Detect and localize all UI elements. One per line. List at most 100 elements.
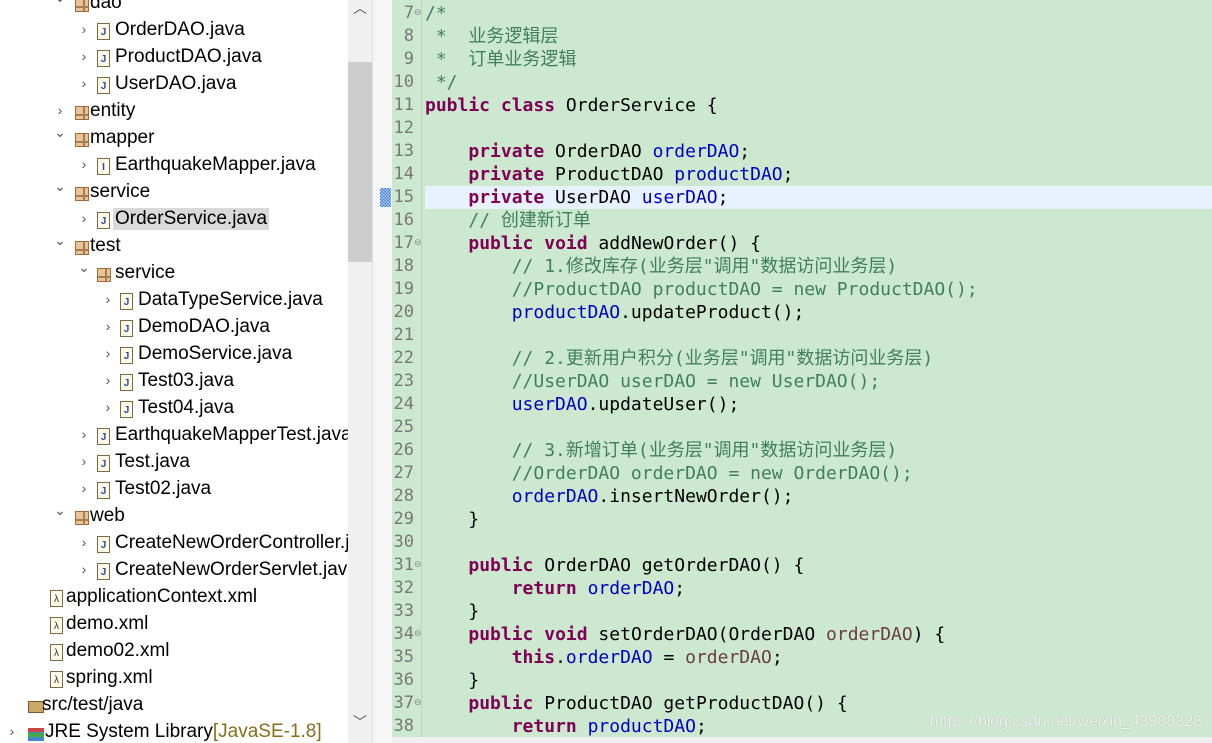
code-line[interactable]: userDAO.updateUser();	[425, 393, 1212, 416]
tree-item-label: service	[115, 262, 176, 283]
tree-item[interactable]: › JRE System Library[JavaSE-1.8]	[0, 720, 348, 743]
chevron-right-icon[interactable]: ›	[77, 75, 91, 91]
code-line[interactable]: //UserDAO userDAO = new UserDAO();	[425, 370, 1212, 393]
scrollbar-thumb[interactable]	[348, 62, 372, 262]
code-line[interactable]: orderDAO.insertNewOrder();	[425, 485, 1212, 508]
code-line[interactable]: // 1.修改库存(业务层"调用"数据访问业务层)	[425, 255, 1212, 278]
chevron-right-icon[interactable]: ›	[101, 291, 115, 307]
tree-item[interactable]: ⌄ test	[0, 232, 348, 261]
code-token: ;	[739, 140, 751, 162]
scroll-up-icon[interactable]: ︿	[348, 0, 372, 18]
tree-item[interactable]: › J Test04.java	[0, 396, 348, 423]
code-line[interactable]: private ProductDAO productDAO;	[425, 163, 1212, 186]
chevron-right-icon[interactable]: ›	[77, 561, 91, 577]
chevron-right-icon[interactable]: ›	[101, 372, 115, 388]
chevron-right-icon[interactable]: ›	[77, 534, 91, 550]
chevron-down-icon[interactable]: ⌄	[53, 0, 67, 6]
fold-toggle-icon[interactable]: ⊖	[414, 2, 422, 25]
code-line[interactable]	[425, 531, 1212, 554]
code-line[interactable]: * 订单业务逻辑	[425, 48, 1212, 71]
code-editor[interactable]: 7 ⊖ 8 9 10 11 12 13 14 15 16 17 ⊖ 18 19 20 21 22 23 24 25 26 2…	[392, 0, 1212, 737]
tree-item[interactable]: λ demo.xml	[0, 612, 348, 639]
scroll-down-icon[interactable]: ﹀	[348, 712, 372, 732]
tree-item[interactable]: › entity	[0, 99, 348, 126]
fold-toggle-icon[interactable]: ⊖	[414, 623, 422, 646]
code-token: OrderDAO getOrderDAO() {	[533, 554, 805, 576]
code-line[interactable]: }	[425, 508, 1212, 531]
chevron-right-icon[interactable]: ›	[101, 318, 115, 334]
tree-item[interactable]: › J DemoDAO.java	[0, 315, 348, 342]
tree-item[interactable]: ⌄ web	[0, 502, 348, 531]
chevron-right-icon[interactable]: ›	[101, 399, 115, 415]
code-line[interactable]: // 3.新增订单(业务层"调用"数据访问业务层)	[425, 439, 1212, 462]
chevron-down-icon[interactable]: ⌄	[53, 178, 67, 195]
tree-item[interactable]: ⌄ service	[0, 259, 348, 288]
tree-scrollbar[interactable]: ︿ ﹀	[348, 0, 372, 743]
tree-item[interactable]: ⌄ service	[0, 178, 348, 207]
chevron-right-icon[interactable]: ›	[77, 426, 91, 442]
tree-item[interactable]: › J UserDAO.java	[0, 72, 348, 99]
fold-toggle-icon[interactable]: ⊖	[414, 692, 422, 715]
tree-item[interactable]: › J CreateNewOrderController.java	[0, 531, 348, 558]
tree-item[interactable]: › J EarthquakeMapperTest.java	[0, 423, 348, 450]
chevron-right-icon[interactable]: ›	[77, 453, 91, 469]
code-line[interactable]: public class OrderService {	[425, 94, 1212, 117]
code-line[interactable]: private UserDAO userDAO;	[425, 185, 1212, 209]
code-token: orderDAO	[587, 577, 675, 599]
code-line[interactable]	[425, 117, 1212, 140]
chevron-right-icon[interactable]: ›	[77, 48, 91, 64]
tree-item[interactable]: › I EarthquakeMapper.java	[0, 153, 348, 180]
tree-item[interactable]: ⌄ dao	[0, 0, 348, 18]
code-line[interactable]: productDAO.updateProduct();	[425, 301, 1212, 324]
chevron-down-icon[interactable]: ⌄	[53, 124, 67, 141]
chevron-right-icon[interactable]: ›	[5, 723, 19, 739]
code-line[interactable]: }	[425, 600, 1212, 623]
code-line[interactable]: public void setOrderDAO(OrderDAO orderDA…	[425, 623, 1212, 646]
tree-item[interactable]: › J Test.java	[0, 450, 348, 477]
tree-item[interactable]: › J DataTypeService.java	[0, 288, 348, 315]
chevron-right-icon[interactable]: ›	[53, 102, 67, 118]
code-line[interactable]: public OrderDAO getOrderDAO() {	[425, 554, 1212, 577]
tree-item[interactable]: › J ProductDAO.java	[0, 45, 348, 72]
chevron-right-icon[interactable]: ›	[77, 480, 91, 496]
tree-item[interactable]: › J DemoService.java	[0, 342, 348, 369]
tree-item[interactable]: src/test/java	[0, 693, 348, 720]
code-line[interactable]: // 2.更新用户积分(业务层"调用"数据访问业务层)	[425, 347, 1212, 370]
fold-toggle-icon[interactable]: ⊖	[414, 554, 422, 577]
fold-toggle-icon[interactable]: ⊖	[414, 232, 422, 255]
chevron-down-icon[interactable]: ⌄	[53, 232, 67, 249]
tree-item[interactable]: λ spring.xml	[0, 666, 348, 693]
chevron-right-icon[interactable]: ›	[101, 345, 115, 361]
tree-item[interactable]: › J OrderService.java	[0, 207, 348, 234]
chevron-right-icon[interactable]: ›	[77, 210, 91, 226]
tree-item[interactable]: › J CreateNewOrderServlet.java	[0, 558, 348, 585]
chevron-down-icon[interactable]: ⌄	[53, 502, 67, 519]
tree-item[interactable]: › J Test02.java	[0, 477, 348, 504]
code-line[interactable]: public ProductDAO getProductDAO() {	[425, 692, 1212, 715]
pane-divider[interactable]	[372, 0, 392, 743]
code-line[interactable]: public void addNewOrder() {	[425, 232, 1212, 255]
chevron-right-icon[interactable]: ›	[77, 156, 91, 172]
tree-item[interactable]: λ applicationContext.xml	[0, 585, 348, 612]
code-line[interactable]: //OrderDAO orderDAO = new OrderDAO();	[425, 462, 1212, 485]
code-line[interactable]	[425, 324, 1212, 347]
code-token: OrderService {	[555, 94, 718, 116]
code-line[interactable]	[425, 416, 1212, 439]
code-line[interactable]: return orderDAO;	[425, 577, 1212, 600]
tree-item[interactable]: › J OrderDAO.java	[0, 18, 348, 45]
code-line[interactable]: /*	[425, 2, 1212, 25]
tree-item[interactable]: λ demo02.xml	[0, 639, 348, 666]
code-line[interactable]: // 创建新订单	[425, 209, 1212, 232]
code-line[interactable]: //ProductDAO productDAO = new ProductDAO…	[425, 278, 1212, 301]
code-line[interactable]: this.orderDAO = orderDAO;	[425, 646, 1212, 669]
tree-item[interactable]: › J Test03.java	[0, 369, 348, 396]
code-line[interactable]: */	[425, 71, 1212, 94]
code-line[interactable]: * 业务逻辑层	[425, 25, 1212, 48]
editor-horizontal-scrollbar[interactable]	[392, 737, 1212, 743]
tree-item[interactable]: ⌄ mapper	[0, 124, 348, 153]
chevron-right-icon[interactable]: ›	[77, 21, 91, 37]
chevron-down-icon[interactable]: ⌄	[77, 259, 91, 276]
code-line[interactable]: }	[425, 669, 1212, 692]
code-line[interactable]: private OrderDAO orderDAO;	[425, 140, 1212, 163]
